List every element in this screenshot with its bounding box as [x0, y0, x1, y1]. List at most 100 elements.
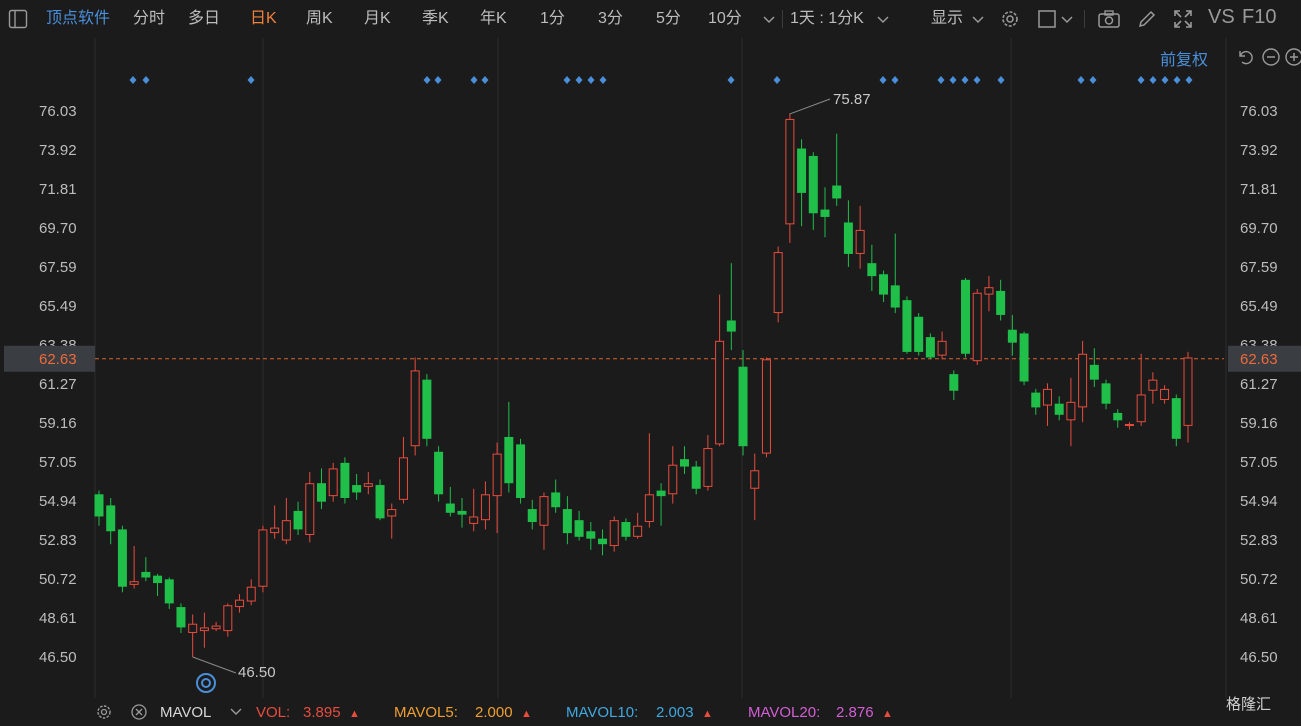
chevron-down-icon[interactable]	[874, 10, 892, 28]
price-axis-label-left: 59.16	[39, 415, 77, 432]
kline-chart-area[interactable]: 76.03 76.03 73.92 73.92 71.81 71.81 69.70 69.70…	[0, 38, 1301, 698]
vs-button[interactable]: VS	[1208, 7, 1235, 27]
pencil-icon[interactable]	[1136, 8, 1158, 30]
period-tab-7[interactable]: 1分	[540, 9, 565, 29]
event-marker-icon	[1173, 76, 1181, 84]
price-axis-label-right: 52.83	[1240, 532, 1278, 549]
candle-body-down	[457, 510, 467, 515]
indicator-value: 3.895	[303, 704, 341, 721]
candle-body-down	[961, 279, 971, 354]
candle-body-up	[609, 520, 619, 547]
period-tab-6[interactable]: 年K	[480, 9, 507, 29]
candle-body-up	[492, 453, 502, 497]
gear-icon[interactable]	[95, 703, 113, 721]
period-tab-2[interactable]: 日K	[250, 9, 277, 29]
event-marker-icon	[129, 76, 137, 84]
candle-body-down	[586, 531, 596, 539]
app-title[interactable]: 顶点软件	[46, 9, 110, 29]
period-tab-9[interactable]: 5分	[656, 9, 681, 29]
price-axis-label-right: 59.16	[1240, 415, 1278, 432]
price-axis-label-right: 50.72	[1240, 571, 1278, 588]
candle-body-down	[164, 579, 174, 604]
period-tab-1[interactable]: 多日	[188, 9, 220, 29]
event-marker-icon	[727, 76, 735, 84]
candle-body-up	[633, 525, 643, 537]
candle-body-down	[621, 522, 631, 537]
event-marker-icon	[773, 76, 781, 84]
price-axis-label-right: 65.49	[1240, 298, 1278, 315]
candle-body-down	[340, 462, 350, 498]
fullscreen-icon[interactable]	[1172, 8, 1194, 30]
search-icon-inner	[201, 678, 211, 688]
price-axis-label-left: 61.27	[39, 376, 77, 393]
event-marker-icon	[470, 76, 478, 84]
event-marker-icon	[961, 76, 969, 84]
candle-body-down	[949, 374, 959, 391]
interval-selector[interactable]: 1天 : 1分K	[790, 9, 864, 29]
candle-body-down	[422, 379, 432, 439]
zoom-in-icon[interactable]	[1284, 47, 1301, 67]
zoom-out-icon[interactable]	[1261, 47, 1281, 67]
candle-body-up	[715, 340, 725, 445]
candle-body-up	[644, 494, 654, 523]
candle-body-down	[656, 490, 666, 497]
up-arrow-icon: ▲	[882, 708, 893, 720]
candle-body-up	[668, 464, 678, 495]
event-marker-icon	[1149, 76, 1157, 84]
period-tab-4[interactable]: 月K	[364, 9, 391, 29]
chevron-down-icon[interactable]	[969, 10, 987, 28]
period-tab-0[interactable]: 分时	[133, 9, 165, 29]
search-icon	[196, 673, 216, 693]
event-marker-icon	[1185, 76, 1193, 84]
up-arrow-icon: ▲	[349, 708, 360, 720]
candle-body-down	[1101, 383, 1111, 404]
price-axis-label-left: 57.05	[39, 454, 77, 471]
candle-body-down	[551, 492, 561, 508]
gear-icon[interactable]	[999, 8, 1021, 30]
candle-body-up	[305, 483, 315, 535]
sidebar-toggle-icon[interactable]	[8, 9, 28, 29]
candle-body-down	[691, 466, 701, 489]
candle-body-up	[387, 509, 397, 517]
candle-body-down	[902, 300, 912, 352]
price-axis-label-right: 71.81	[1240, 181, 1278, 198]
kline-chart[interactable]: 76.03 76.03 73.92 73.92 71.81 71.81 69.70 69.70…	[0, 38, 1301, 698]
chart-style-icon[interactable]	[1037, 8, 1059, 30]
candle-body-up	[1078, 353, 1088, 408]
candle-body-up	[984, 287, 994, 295]
candle-body-up	[129, 581, 139, 585]
period-tab-10[interactable]: 10分	[708, 9, 742, 29]
adjustment-mode[interactable]: 前复权	[1160, 46, 1208, 70]
event-marker-icon	[973, 76, 981, 84]
chevron-down-icon[interactable]	[1058, 10, 1076, 28]
display-menu[interactable]: 显示	[931, 9, 963, 29]
price-axis-label-right: 46.50	[1240, 649, 1278, 666]
candle-body-up	[480, 494, 490, 521]
divider	[1084, 10, 1085, 28]
event-marker-icon	[434, 76, 442, 84]
candle-body-up	[761, 359, 771, 454]
divider	[782, 10, 783, 28]
camera-icon[interactable]	[1097, 8, 1120, 30]
candle-body-up	[235, 599, 245, 608]
candle-body-up	[773, 252, 783, 314]
indicator-name[interactable]: MAVOL	[160, 704, 211, 721]
candle-body-down	[562, 509, 572, 534]
indicator-label: MAVOL20:	[748, 704, 821, 721]
f10-button[interactable]: F10	[1242, 7, 1276, 27]
period-tab-3[interactable]: 周K	[306, 9, 333, 29]
chevron-down-icon[interactable]	[760, 10, 778, 28]
candle-body-down	[375, 485, 385, 519]
current-price-label-left: 62.63	[39, 351, 77, 368]
current-price-label-right: 62.63	[1240, 351, 1278, 368]
price-axis-label-right: 54.94	[1240, 493, 1278, 510]
candle-body-up	[1066, 401, 1076, 421]
reset-icon[interactable]	[1234, 47, 1254, 67]
close-icon[interactable]	[130, 703, 148, 721]
event-marker-icon	[891, 76, 899, 84]
period-tab-8[interactable]: 3分	[598, 9, 623, 29]
up-arrow-icon: ▲	[521, 708, 532, 720]
period-tab-5[interactable]: 季K	[422, 9, 449, 29]
candle-body-down	[832, 185, 842, 199]
chevron-down-icon[interactable]	[228, 703, 244, 719]
